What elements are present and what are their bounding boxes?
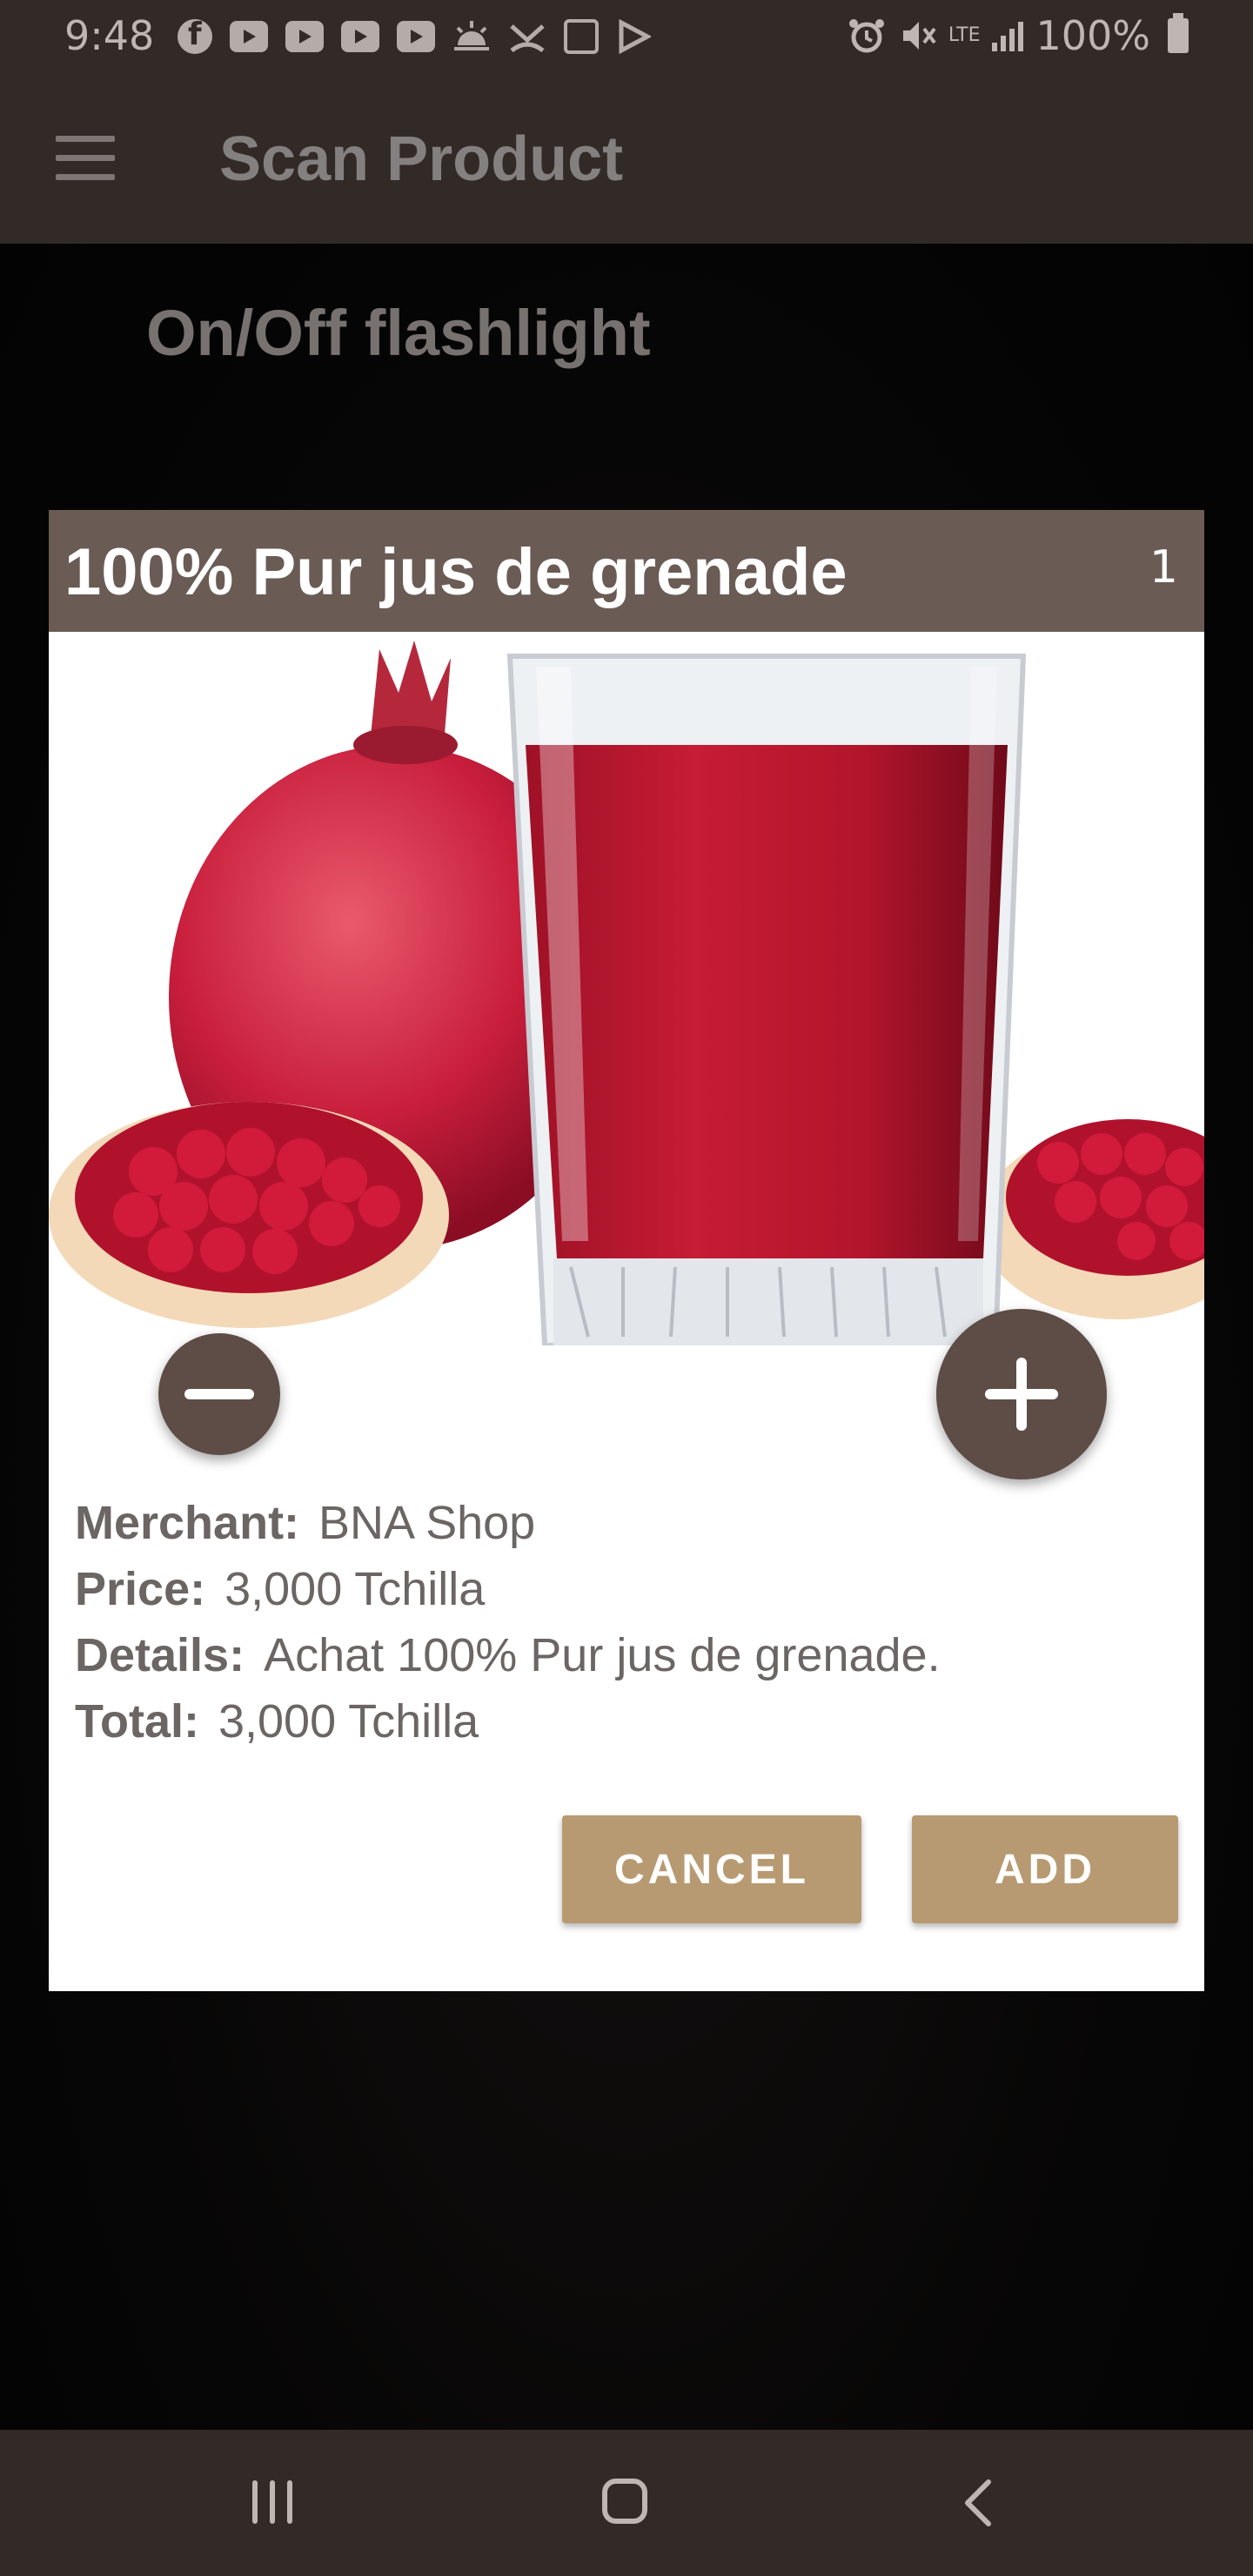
total-row: Total: 3,000 Tchilla [75, 1688, 941, 1754]
status-time: 9:48 [64, 12, 155, 59]
add-product-dialog: 100% Pur jus de grenade 1 Merchant: BNA … [49, 510, 1204, 1991]
notification-icons [178, 17, 651, 56]
battery-percent: 100% [1035, 12, 1150, 59]
recents-button[interactable] [252, 2480, 298, 2526]
youtube-icon [230, 21, 268, 52]
missed-call-icon [510, 24, 545, 53]
add-button[interactable]: ADD [912, 1815, 1178, 1923]
details-label: Details: [75, 1629, 245, 1681]
dialog-header: 100% Pur jus de grenade 1 [49, 510, 1204, 632]
play-store-icon [619, 19, 651, 54]
sunrise-icon [454, 21, 489, 50]
merchant-row: Merchant: BNA Shop [75, 1490, 941, 1556]
gallery-icon [564, 19, 599, 54]
cancel-button[interactable]: CANCEL [562, 1815, 861, 1923]
system-status: LTE 100% [848, 12, 1189, 59]
flashlight-toggle[interactable]: On/Off flashlight [146, 296, 651, 370]
price-value: 3,000 Tchilla [224, 1563, 486, 1615]
merchant-label: Merchant: [75, 1497, 300, 1549]
youtube-icon [341, 21, 379, 52]
navigation-bar [0, 2430, 1253, 2576]
decrease-quantity-button[interactable] [158, 1333, 280, 1455]
app-bar: Scan Product [0, 73, 1253, 244]
product-info: Merchant: BNA Shop Price: 3,000 Tchilla De… [75, 1490, 941, 1754]
facebook-icon [178, 17, 212, 54]
status-bar: 9:48 LTE [0, 0, 1253, 73]
increase-quantity-button[interactable] [936, 1309, 1107, 1479]
total-value: 3,000 Tchilla [218, 1695, 479, 1748]
youtube-icon [285, 21, 324, 52]
signal-icon [992, 20, 1024, 51]
price-row: Price: 3,000 Tchilla [75, 1556, 941, 1622]
price-label: Price: [75, 1563, 206, 1615]
menu-icon[interactable] [56, 136, 115, 181]
product-image [49, 632, 1204, 1345]
page-title: Scan Product [219, 124, 624, 194]
battery-icon [1168, 13, 1189, 53]
youtube-icon [397, 21, 435, 52]
minus-icon [184, 1389, 254, 1399]
mute-icon [902, 22, 936, 50]
quantity-count: 1 [1149, 541, 1178, 594]
details-value: Achat 100% Pur jus de grenade. [264, 1629, 941, 1681]
home-button[interactable] [602, 2479, 647, 2524]
dialog-title: 100% Pur jus de grenade [64, 535, 848, 609]
alarm-icon [848, 19, 884, 53]
back-button[interactable] [961, 2479, 995, 2527]
merchant-value: BNA Shop [318, 1497, 536, 1549]
total-label: Total: [75, 1695, 199, 1748]
network-type: LTE [948, 24, 981, 46]
details-row: Details: Achat 100% Pur jus de grenade. [75, 1622, 941, 1688]
